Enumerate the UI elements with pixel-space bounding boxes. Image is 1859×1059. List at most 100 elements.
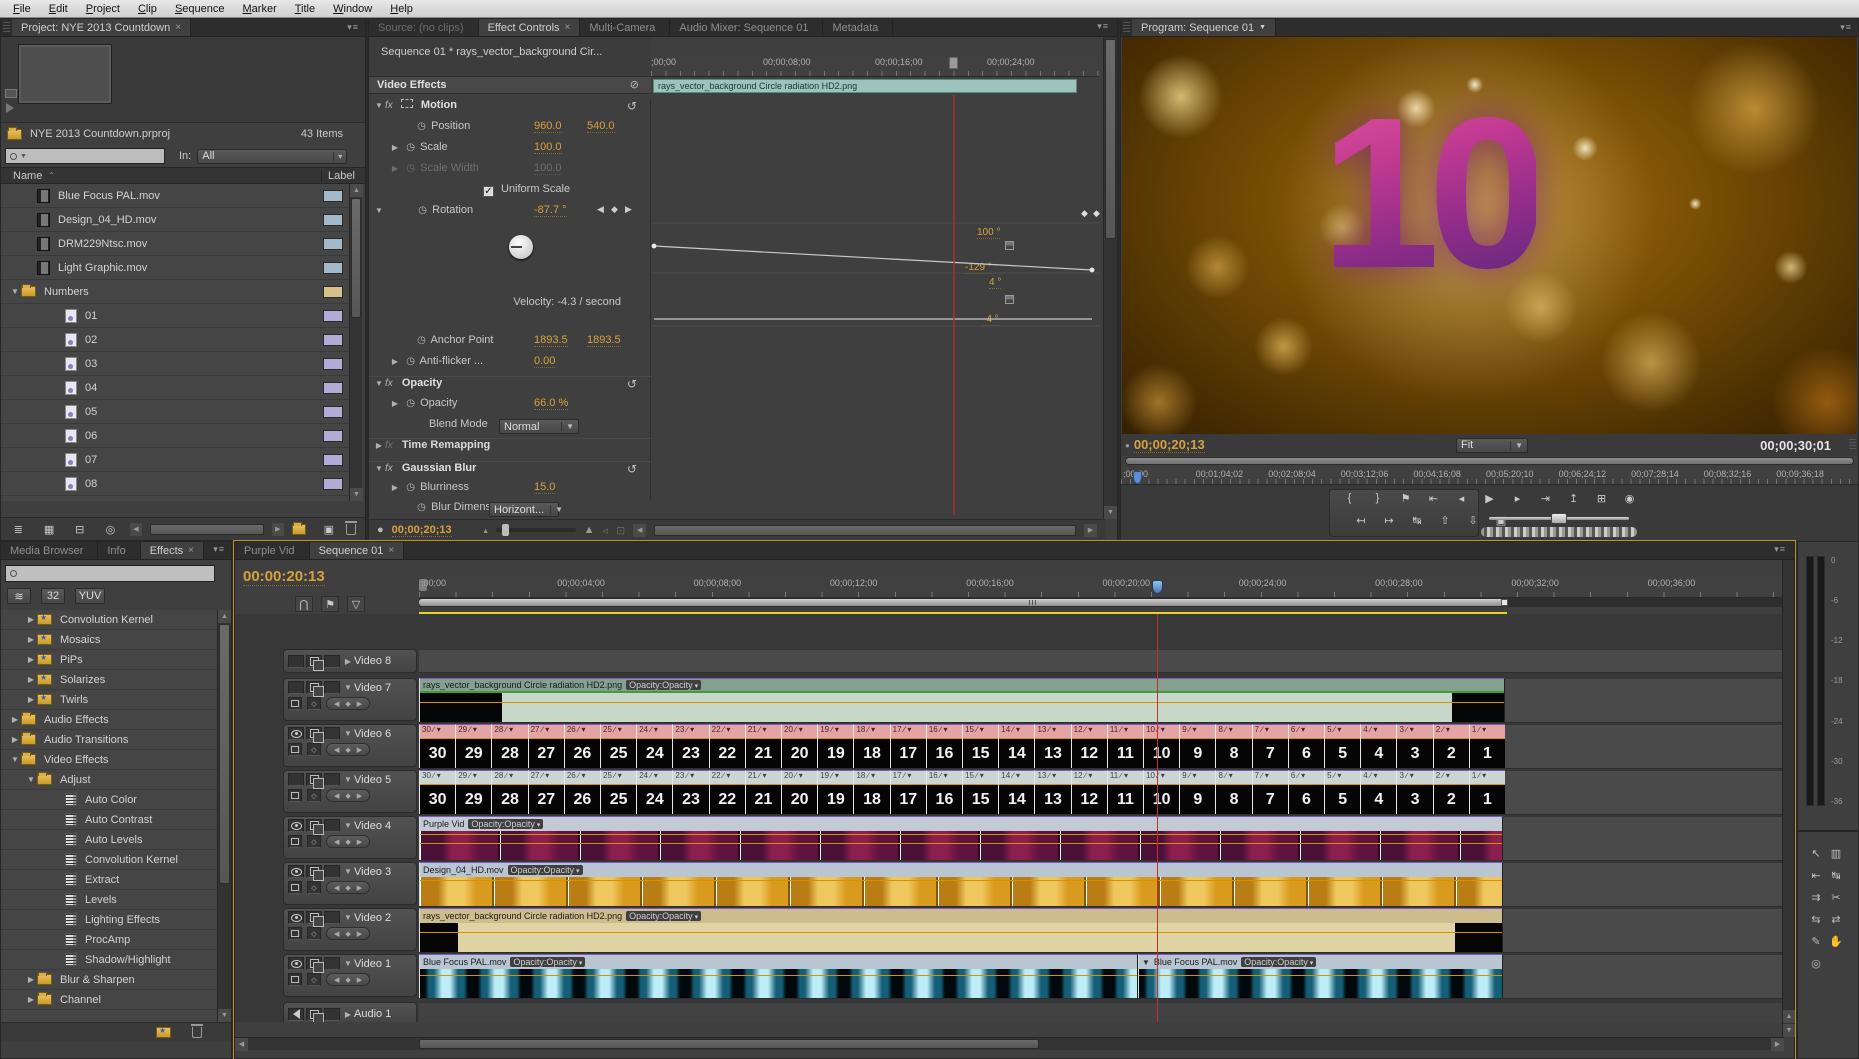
new-custom-bin-button[interactable] [156, 1027, 171, 1038]
ec-hscroll[interactable] [654, 525, 1076, 536]
zoom-tool[interactable]: ◎ [1806, 952, 1826, 974]
program-zoom-scrollbar[interactable] [1125, 457, 1854, 465]
next-keyframe-icon[interactable]: ▶ [357, 976, 362, 984]
panel-tab[interactable]: Media Browser [1, 542, 98, 559]
set-display-style-button[interactable] [288, 881, 302, 894]
column-header-label[interactable]: Label [321, 170, 355, 182]
label-color-chip[interactable] [323, 478, 343, 490]
keyframe-navigator[interactable]: ◀◆▶ [326, 743, 370, 756]
position-y-value[interactable]: 540.0 [587, 120, 615, 133]
panel-grip[interactable] [1123, 22, 1130, 33]
number-clip[interactable]: 12 ∕ ▾ 12 [1071, 724, 1107, 768]
number-clip[interactable]: 14 ∕ ▾ 14 [998, 770, 1034, 814]
zoom-level-select[interactable]: Fit▼ [1456, 438, 1528, 453]
project-hscroll[interactable] [150, 524, 264, 535]
ec-clip-bar[interactable]: rays_vector_background Circle radiation … [653, 79, 1077, 93]
project-item-row[interactable]: Light Graphic.mov [1, 256, 349, 280]
stopwatch-icon[interactable]: ◷ [404, 482, 417, 493]
keyframe-icon[interactable]: ◆ [1093, 208, 1100, 219]
number-clip[interactable]: 9 ∕ ▾ 9 [1179, 724, 1215, 768]
keyframe-navigator[interactable]: ◀◆▶ [326, 835, 370, 848]
expand-track-icon[interactable]: ▶ [342, 657, 354, 666]
timeline-playhead[interactable] [1157, 614, 1158, 1022]
set-display-style-button[interactable] [288, 789, 302, 802]
set-display-style-button[interactable] [288, 835, 302, 848]
clip-effect-badge[interactable]: Opacity:Opacity [510, 957, 585, 967]
show-keyframes-button[interactable]: ◇ [307, 697, 321, 710]
next-keyframe-icon[interactable]: ▶ [357, 700, 362, 708]
selection-tool[interactable]: ↖ [1806, 842, 1826, 864]
show-keyframes-button[interactable]: ◇ [307, 973, 321, 986]
ec-ruler[interactable]: ;00;0000;00;08;0000;00;16;0000;00;24;00 [651, 55, 1099, 77]
time-remapping-row[interactable]: ▶fx Time Remapping [369, 438, 651, 458]
number-clip[interactable]: 23 ∕ ▾ 23 [672, 724, 708, 768]
opacity-value[interactable]: 66.0 % [534, 397, 568, 410]
next-keyframe-icon[interactable]: ▶ [357, 930, 362, 938]
anchor-y-value[interactable]: 1893.5 [587, 334, 621, 347]
work-area-end-handle[interactable] [1501, 599, 1508, 606]
shuttle-slider[interactable] [1489, 517, 1629, 520]
scroll-right-icon[interactable]: ▶ [272, 523, 284, 536]
keyframe-navigator[interactable]: ◀◆▶ [326, 697, 370, 710]
panel-tab[interactable]: Metadata [823, 19, 893, 36]
keyframe-navigator[interactable]: ◀◆▶ [326, 789, 370, 802]
collapse-effects-icon[interactable]: ⊘ [630, 78, 639, 91]
number-clip[interactable]: 10 ∕ ▾ 10 [1143, 724, 1179, 768]
yuv-filter[interactable]: YUV [75, 588, 105, 604]
track-lock-toggle[interactable] [324, 681, 340, 694]
number-clip[interactable]: 9 ∕ ▾ 9 [1179, 770, 1215, 814]
add-keyframe-icon[interactable]: ◆ [345, 746, 350, 754]
scroll-right-icon[interactable]: ▶ [1084, 524, 1097, 537]
label-color-chip[interactable] [323, 310, 343, 322]
show-keyframes-button[interactable]: ◇ [307, 743, 321, 756]
clip-rays-v7[interactable]: rays_vector_background Circle radiation … [419, 678, 1505, 722]
add-keyframe-icon[interactable]: ◆ [345, 700, 350, 708]
jog-disk[interactable] [1481, 527, 1637, 537]
collapse-track-icon[interactable]: ▼ [342, 867, 354, 876]
step-forward-button[interactable]: ▸ [1506, 489, 1530, 507]
add-keyframe-icon[interactable]: ◆ [345, 838, 350, 846]
ec-scrollbar[interactable]: ▼ [1103, 37, 1117, 519]
scroll-left-icon[interactable]: ◀ [130, 523, 142, 536]
prev-keyframe-icon[interactable]: ◀ [334, 976, 339, 984]
go-to-out-point-button[interactable]: ↦ [1377, 511, 1401, 529]
set-display-style-button[interactable] [288, 973, 302, 986]
number-clip[interactable]: 12 ∕ ▾ 12 [1071, 770, 1107, 814]
icon-view-button[interactable]: ▦ [38, 520, 61, 538]
timeline-playhead-head[interactable] [1152, 580, 1163, 594]
toggle-track-audio[interactable] [288, 1008, 304, 1021]
set-display-style-button[interactable] [288, 743, 302, 756]
snap-toggle[interactable]: ⋂ [295, 596, 313, 612]
prev-keyframe-icon[interactable]: ◀ [334, 746, 339, 754]
label-color-chip[interactable] [323, 190, 343, 202]
number-clip[interactable]: 25 ∕ ▾ 25 [600, 770, 636, 814]
add-keyframe-icon[interactable]: ◆ [345, 930, 350, 938]
keyframe-navigator[interactable]: ◀◆▶ [326, 927, 370, 940]
menu-item[interactable]: Clip [129, 0, 166, 18]
label-color-chip[interactable] [323, 286, 343, 298]
track-lock-toggle[interactable] [324, 865, 340, 878]
number-clip[interactable]: 5 ∕ ▾ 5 [1324, 770, 1360, 814]
toggle-track-output[interactable] [288, 681, 304, 694]
number-clip[interactable]: 1 ∕ ▾ 1 [1469, 770, 1505, 814]
project-item-row[interactable]: 08 [1, 472, 349, 496]
work-area-grip[interactable] [1029, 600, 1036, 605]
clip-effect-badge[interactable]: Opacity:Opacity [626, 911, 701, 921]
sync-lock-toggle[interactable] [306, 819, 322, 832]
number-clip[interactable]: 19 ∕ ▾ 19 [817, 770, 853, 814]
sync-lock-toggle[interactable] [306, 1008, 322, 1021]
go-to-in-button[interactable]: ⇤ [1422, 489, 1446, 507]
project-item-row[interactable]: Blue Focus PAL.mov [1, 184, 349, 208]
column-header-name[interactable]: Name [1, 170, 42, 182]
timeline-vscroll[interactable]: ▲ ▼ [1782, 560, 1794, 1037]
lift-button[interactable]: ⇧ [1433, 511, 1457, 529]
reset-icon[interactable]: ↺ [627, 99, 637, 113]
clip-design-04-hd[interactable]: Design_04_HD.mov Opacity:Opacity [419, 862, 1503, 906]
number-clip[interactable]: 19 ∕ ▾ 19 [817, 724, 853, 768]
number-clip[interactable]: 1 ∕ ▾ 1 [1469, 724, 1505, 768]
effects-tree-row[interactable]: Auto Contrast [1, 810, 217, 830]
panel-tab[interactable]: Audio Mixer: Sequence 01 [670, 19, 823, 36]
label-color-chip[interactable] [323, 334, 343, 346]
play-button[interactable]: ▶ [1478, 489, 1502, 507]
slip-tool[interactable]: ⇆ [1806, 908, 1826, 930]
